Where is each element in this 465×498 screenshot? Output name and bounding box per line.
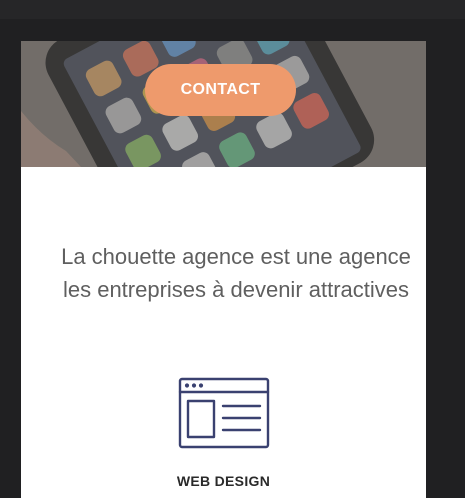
- contact-button[interactable]: CONTACT: [145, 64, 296, 116]
- intro-text: La chouette agence est une agence les en…: [21, 240, 426, 306]
- top-bar: [0, 0, 465, 19]
- intro-line-2: les entreprises à devenir attractives: [62, 277, 410, 302]
- web-browser-layout-icon: [178, 377, 270, 449]
- page-viewport: CONTACT La chouette agence est une agenc…: [21, 41, 426, 498]
- service-title-web-design: WEB DESIGN: [176, 473, 271, 489]
- right-gutter: [426, 41, 465, 498]
- hero-banner: CONTACT: [21, 41, 426, 167]
- intro-line-1: La chouette agence est une agence: [61, 244, 411, 269]
